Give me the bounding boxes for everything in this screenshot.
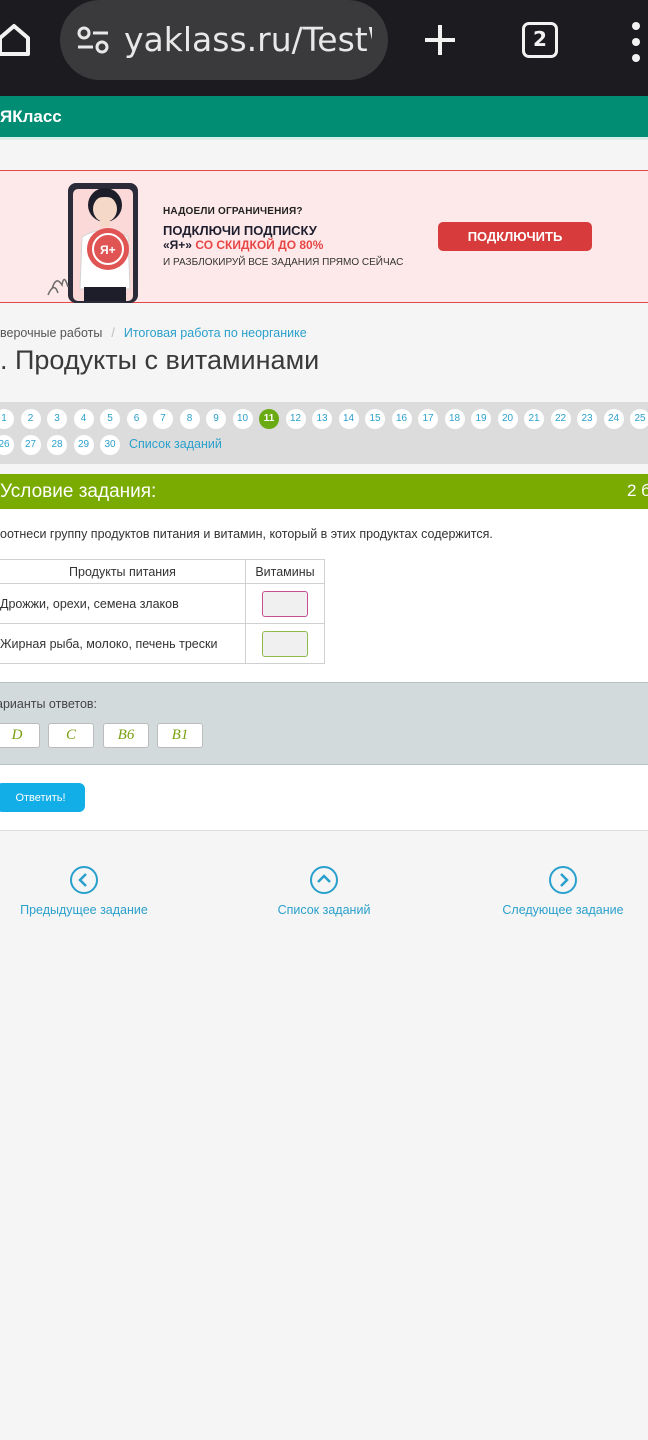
banner-subtext: И РАЗБЛОКИРУЙ ВСЕ ЗАДАНИЯ ПРЯМО СЕЙЧАС bbox=[163, 257, 404, 268]
vitamin-cell bbox=[245, 583, 325, 624]
breadcrumb-item-final-work[interactable]: Итоговая работа по неорганике bbox=[124, 326, 307, 340]
subscribe-button[interactable]: ПОДКЛЮЧИТЬ bbox=[438, 222, 592, 251]
svg-text:Я+: Я+ bbox=[100, 243, 116, 257]
task-number-24[interactable]: 24 bbox=[603, 409, 624, 429]
new-tab-icon[interactable] bbox=[420, 20, 460, 60]
task-number-9[interactable]: 9 bbox=[206, 409, 226, 429]
task-number-16[interactable]: 16 bbox=[391, 409, 412, 429]
product-cell: Жирная рыба, молоко, печень трески bbox=[0, 623, 246, 664]
next-task-label: Следующее задание bbox=[502, 903, 624, 917]
task-number-25[interactable]: 25 bbox=[630, 409, 648, 429]
breadcrumb-item-tests[interactable]: верочные работы bbox=[0, 326, 102, 340]
task-list-bottom-link[interactable]: Список заданий bbox=[244, 865, 404, 917]
address-bar[interactable]: yaklass.ru/TestWo bbox=[60, 0, 388, 80]
vitamin-cell bbox=[245, 623, 325, 664]
answer-options-label: арианты ответов: bbox=[0, 697, 98, 711]
task-number-13[interactable]: 13 bbox=[312, 409, 332, 429]
breadcrumb: верочные работы / Итоговая работа по неорг… bbox=[0, 326, 307, 340]
url-text: yaklass.ru/TestWo bbox=[124, 20, 372, 59]
task-list-link[interactable]: Список заданий bbox=[129, 437, 222, 451]
condition-title: Условие задания: bbox=[0, 481, 157, 502]
promo-banner[interactable]: Я+ НАДОЕЛИ ОГРАНИЧЕНИЯ? ПОДКЛЮЧИ ПОДПИСК… bbox=[0, 170, 648, 303]
task-number-26[interactable]: 26 bbox=[0, 435, 14, 455]
task-number-23[interactable]: 23 bbox=[577, 409, 597, 429]
banner-caption: НАДОЕЛИ ОГРАНИЧЕНИЯ? bbox=[163, 206, 303, 217]
site-header: ЯКласс bbox=[0, 96, 648, 140]
previous-task-link[interactable]: Предыдущее задание bbox=[4, 865, 164, 917]
column-header-products: Продукты питания bbox=[0, 559, 246, 584]
task-number-12[interactable]: 12 bbox=[285, 409, 306, 429]
task-number-4[interactable]: 4 bbox=[73, 409, 94, 429]
previous-task-label: Предыдущее задание bbox=[20, 903, 148, 917]
answer-options-panel: арианты ответов: D C B6 B1 bbox=[0, 682, 648, 765]
task-number-28[interactable]: 28 bbox=[47, 435, 67, 455]
task-number-18[interactable]: 18 bbox=[444, 409, 465, 429]
banner-plan: «Я+» bbox=[163, 238, 192, 252]
table-row: Жирная рыба, молоко, печень трески bbox=[0, 623, 325, 664]
task-number-6[interactable]: 6 bbox=[126, 409, 147, 429]
breadcrumb-separator: / bbox=[111, 326, 115, 340]
points-label: 2 б bbox=[627, 481, 648, 500]
task-number-15[interactable]: 15 bbox=[365, 409, 385, 429]
task-number-30[interactable]: 30 bbox=[100, 435, 120, 455]
task-number-3[interactable]: 3 bbox=[47, 409, 67, 429]
home-icon[interactable] bbox=[0, 20, 34, 60]
answer-chip[interactable]: B6 bbox=[103, 723, 149, 748]
task-number-10[interactable]: 10 bbox=[232, 409, 253, 429]
divider bbox=[0, 830, 648, 831]
condition-header: Условие задания: 2 б bbox=[0, 474, 648, 509]
site-logo[interactable]: ЯКласс bbox=[0, 107, 62, 127]
task-number-1[interactable]: 1 bbox=[0, 409, 14, 429]
next-task-link[interactable]: Следующее задание bbox=[483, 865, 643, 917]
tabs-icon[interactable]: 2 bbox=[522, 22, 558, 58]
banner-discount: СО СКИДКОЙ ДО 80% bbox=[195, 238, 324, 252]
answer-chip[interactable]: B1 bbox=[157, 723, 203, 748]
matching-table: Продукты питания Витамины Дрожжи, орехи,… bbox=[0, 559, 325, 664]
product-cell: Дрожжи, орехи, семена злаков bbox=[0, 583, 246, 624]
page-title: . Продукты с витаминами bbox=[0, 345, 320, 375]
banner-offer: «Я+» СО СКИДКОЙ ДО 80% bbox=[163, 238, 323, 252]
browser-toolbar: yaklass.ru/TestWo 2 bbox=[0, 0, 648, 96]
site-settings-icon[interactable] bbox=[76, 24, 110, 56]
task-number-20[interactable]: 20 bbox=[497, 409, 518, 429]
submit-button[interactable]: Ответить! bbox=[0, 783, 85, 812]
question-text: оотнеси группу продуктов питания и витам… bbox=[0, 527, 493, 541]
chevron-left-icon bbox=[70, 866, 98, 894]
banner-headline: ПОДКЛЮЧИ ПОДПИСКУ bbox=[163, 223, 317, 238]
task-content: оотнеси группу продуктов питания и витам… bbox=[0, 509, 648, 831]
task-list-label: Список заданий bbox=[277, 903, 371, 917]
task-number-29[interactable]: 29 bbox=[73, 435, 94, 455]
task-number-7[interactable]: 7 bbox=[153, 409, 173, 429]
ya-plus-badge-icon: Я+ bbox=[87, 228, 129, 270]
answer-drop-zone[interactable] bbox=[262, 630, 308, 657]
table-row: Дрожжи, орехи, семена злаков bbox=[0, 583, 325, 624]
answer-chip[interactable]: D bbox=[0, 723, 40, 748]
answer-drop-zone[interactable] bbox=[262, 590, 308, 617]
menu-icon[interactable] bbox=[628, 20, 648, 64]
task-number-2[interactable]: 2 bbox=[20, 409, 41, 429]
column-header-vitamins: Витамины bbox=[245, 559, 325, 584]
chevron-right-icon bbox=[549, 866, 577, 894]
task-number-8[interactable]: 8 bbox=[179, 409, 200, 429]
task-navigation: Список заданий 1 2 3 4 5 6 7 8 9 10 11 12 13 14 15 16 17… bbox=[0, 402, 648, 464]
task-number-21[interactable]: 21 bbox=[524, 409, 544, 429]
task-number-11[interactable]: 11 bbox=[259, 409, 279, 429]
task-number-5[interactable]: 5 bbox=[100, 409, 120, 429]
chevron-up-icon bbox=[310, 866, 338, 894]
task-number-14[interactable]: 14 bbox=[338, 409, 359, 429]
task-number-27[interactable]: 27 bbox=[20, 435, 41, 455]
task-number-22[interactable]: 22 bbox=[550, 409, 571, 429]
task-number-19[interactable]: 19 bbox=[471, 409, 491, 429]
task-number-17[interactable]: 17 bbox=[418, 409, 438, 429]
answer-chip[interactable]: C bbox=[48, 723, 94, 748]
